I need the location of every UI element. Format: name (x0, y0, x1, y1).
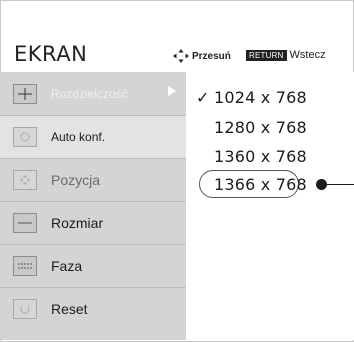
reset-icon (13, 299, 37, 319)
menu-item-label: Reset (51, 301, 88, 317)
back-hint: RETURN Wstecz (246, 49, 326, 61)
menu-item-label: Auto konf. (51, 130, 106, 144)
resolution-option[interactable]: 1280 x 768 (214, 118, 307, 137)
resolution-option[interactable]: 1360 x 768 (214, 147, 307, 166)
auto-config-icon (13, 127, 37, 147)
menu-item-phase[interactable]: Faza (0, 244, 186, 287)
move-arrows-icon (173, 49, 189, 63)
menu-panel: Rozdzielczość Auto konf. Pozycja Rozmiar… (0, 72, 186, 340)
resolution-options (186, 72, 354, 340)
menu-item-size[interactable]: Rozmiar (0, 201, 186, 244)
menu-item-label: Rozmiar (51, 215, 104, 231)
submenu-arrow-icon (168, 86, 176, 96)
menu-item-label: Faza (51, 258, 83, 274)
pointer-line (326, 184, 354, 185)
move-hint: Przesuń (173, 49, 231, 63)
menu-item-label: Pozycja (51, 172, 101, 188)
menu-item-reset[interactable]: Reset (0, 287, 186, 330)
checkmark-icon: ✓ (196, 88, 210, 107)
screen-title: EKRAN (14, 42, 88, 66)
move-label: Przesuń (192, 50, 231, 62)
menu-item-resolution[interactable]: Rozdzielczość (0, 72, 186, 115)
menu-item-position[interactable]: Pozycja (0, 158, 186, 201)
size-icon (13, 213, 37, 233)
position-icon (13, 170, 37, 190)
menu-item-auto-config[interactable]: Auto konf. (0, 115, 186, 158)
resolution-option[interactable]: 1024 x 768 (214, 88, 307, 107)
resolution-icon (13, 83, 37, 104)
phase-icon (13, 256, 37, 276)
return-key-badge: RETURN (246, 49, 287, 61)
back-label: Wstecz (289, 49, 326, 61)
resolution-option[interactable]: 1366 x 768 (214, 175, 307, 194)
menu-item-label: Rozdzielczość (51, 86, 128, 101)
